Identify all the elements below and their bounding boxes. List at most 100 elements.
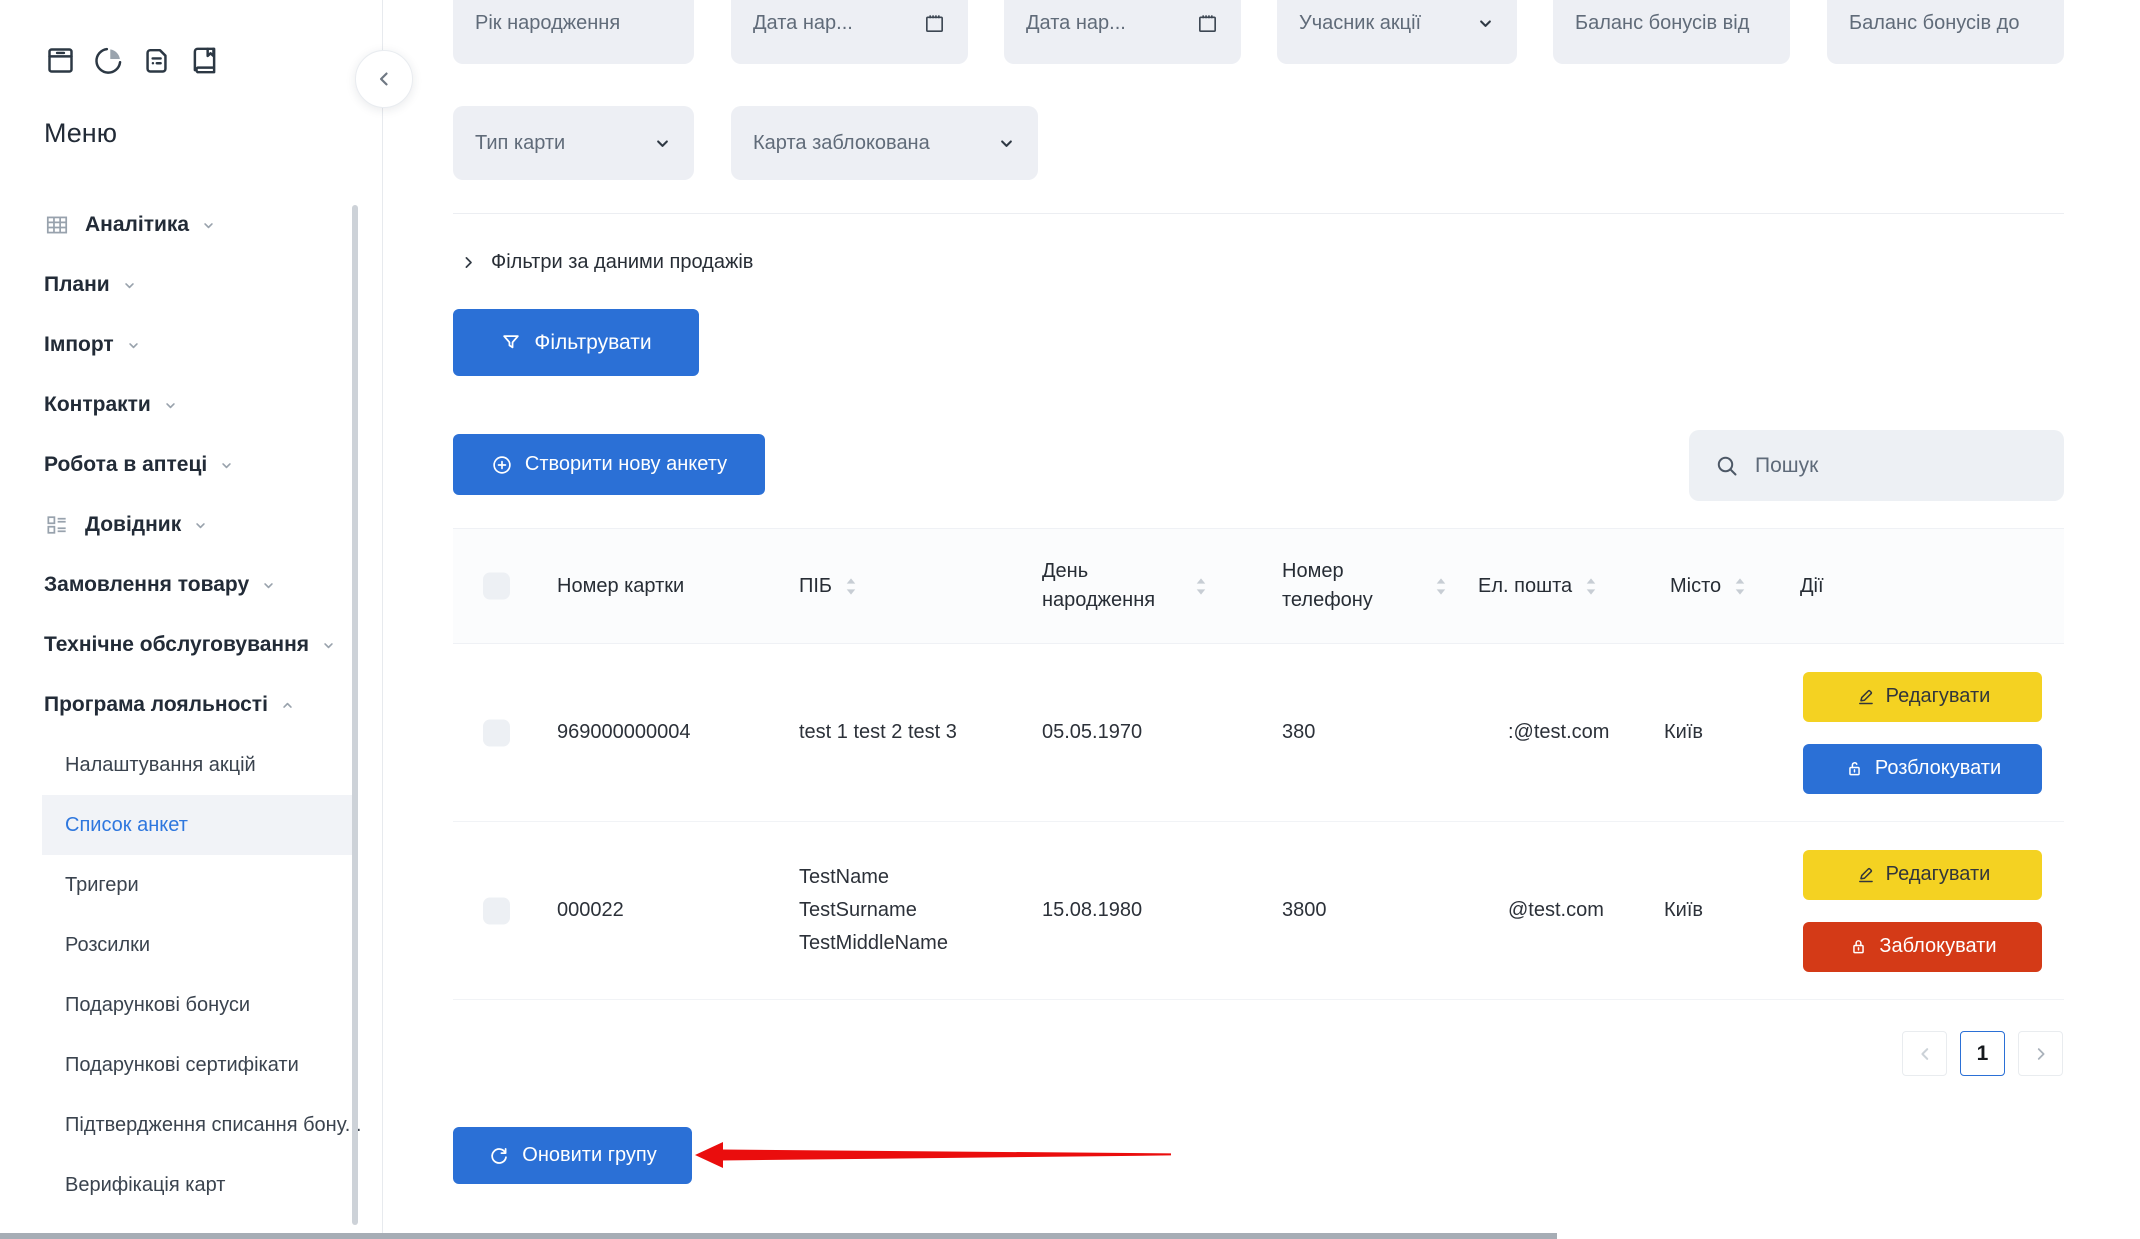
sidebar-item-label: Подарункові бонуси	[65, 994, 250, 1017]
edit-icon	[1855, 864, 1876, 885]
filter-label: Баланс бонусів від	[1575, 12, 1749, 35]
sidebar-item-card-verification[interactable]: Верифікація карт	[0, 1155, 356, 1215]
sidebar-item-pharmacy-work[interactable]: Робота в аптеці	[0, 435, 356, 495]
chevron-right-icon	[2032, 1045, 2050, 1063]
column-header: Номер картки	[557, 529, 684, 643]
annotation-arrow-icon	[693, 1137, 1173, 1173]
sidebar-item-label: Плани	[44, 273, 110, 297]
sort-icon[interactable]	[1434, 577, 1448, 596]
sidebar-item-triggers[interactable]: Тригери	[0, 855, 356, 915]
sidebar-collapse-button[interactable]	[355, 50, 413, 108]
sidebar-item-analytics[interactable]: Аналітика	[0, 195, 356, 255]
sidebar-item-label: Підтвердження списання бону...	[65, 1114, 361, 1137]
sort-icon[interactable]	[844, 577, 858, 596]
app: Меню АналітикаПланиІмпортКонтрактиРобота…	[0, 0, 2140, 1239]
lock-open-icon	[1844, 758, 1865, 779]
sidebar-item-gift-certificates[interactable]: Подарункові сертифікати	[0, 1035, 356, 1095]
sidebar-item-mailings[interactable]: Розсилки	[0, 915, 356, 975]
sidebar-item-questionnaire-list[interactable]: Список анкет	[42, 795, 356, 855]
chevron-down-icon	[997, 134, 1016, 153]
column-header-label: Ел. пошта	[1478, 572, 1572, 601]
questionnaire-table: Номер картки ПІБ День народження Номер теле…	[453, 528, 2064, 1000]
block-button[interactable]: Заблокувати	[1803, 922, 2042, 972]
cell-full-name: TestNameTestSurnameTestMiddleName	[799, 822, 948, 999]
action-button-label: Редагувати	[1886, 863, 1991, 886]
sort-icon[interactable]	[1584, 577, 1598, 596]
filter-birth-date-from[interactable]: Дата нар...	[731, 0, 968, 64]
sidebar-item-label: Технічне обслуговування	[44, 633, 309, 657]
column-header-label: Місто	[1670, 572, 1721, 601]
row-checkbox[interactable]	[483, 719, 510, 746]
cell-birth-date: 15.08.1980	[1042, 822, 1142, 999]
filter-button[interactable]: Фільтрувати	[453, 309, 699, 376]
main-content: Фільтри за даними продажів Фільтрувати С…	[383, 0, 2140, 1239]
filter-label: Дата нар...	[1026, 12, 1126, 35]
cell-city-value: Київ	[1664, 716, 1703, 749]
sidebar-item-promo-settings[interactable]: Налаштування акцій	[0, 735, 356, 795]
sidebar-nav: Аналітика Плани ІмпортКонтрактиРобота в ап…	[0, 0, 383, 1239]
sort-icon[interactable]	[1194, 577, 1208, 596]
full-name-line: TestName	[799, 861, 889, 894]
filter-promo-participant[interactable]: Учасник акції	[1277, 0, 1517, 64]
column-header-label: ПІБ	[799, 572, 832, 601]
row-actions: Редагувати Розблокувати	[1803, 644, 2042, 821]
cell-birth-date-value: 15.08.1980	[1042, 894, 1142, 927]
funnel-icon	[500, 332, 522, 354]
edit-button[interactable]: Редагувати	[1803, 850, 2042, 900]
filter-card-blocked[interactable]: Карта заблокована	[731, 106, 1038, 180]
filter-bonus-balance-to[interactable]: Баланс бонусів до	[1827, 0, 2064, 64]
column-header: Місто	[1670, 529, 1747, 643]
sidebar-item-label: Аналітика	[85, 213, 189, 237]
sidebar-item-goods-order[interactable]: Замовлення товару	[0, 555, 356, 615]
pagination-current-label: 1	[1977, 1042, 1989, 1066]
cell-card-number-value: 969000000004	[557, 716, 690, 749]
horizontal-scrollbar[interactable]	[0, 1233, 1557, 1239]
sidebar-item-import[interactable]: Імпорт	[0, 315, 356, 375]
grid-icon	[44, 212, 70, 238]
edit-button[interactable]: Редагувати	[1803, 672, 2042, 722]
search-placeholder: Пошук	[1755, 454, 1818, 478]
sort-icon[interactable]	[1733, 577, 1747, 596]
pagination-prev-button[interactable]	[1902, 1031, 1947, 1076]
full-name-line: TestMiddleName	[799, 927, 948, 960]
filter-label: Баланс бонусів до	[1849, 12, 2019, 35]
action-button-label: Заблокувати	[1879, 935, 1996, 958]
full-name-line: TestSurname	[799, 894, 917, 927]
sidebar-item-label: Подарункові сертифікати	[65, 1054, 299, 1077]
filter-bonus-balance-from[interactable]: Баланс бонусів від	[1553, 0, 1790, 64]
column-header-label: Номер телефону	[1282, 557, 1422, 615]
create-questionnaire-button[interactable]: Створити нову анкету	[453, 434, 765, 495]
column-header-label: Номер картки	[557, 572, 684, 601]
search-icon	[1715, 454, 1739, 478]
search-input[interactable]: Пошук	[1689, 430, 2064, 501]
column-header: День народження	[1042, 529, 1208, 643]
sidebar-item-label: Розсилки	[65, 934, 150, 957]
pagination-next-button[interactable]	[2018, 1031, 2063, 1076]
update-group-button[interactable]: Оновити групу	[453, 1127, 692, 1184]
sidebar: Меню АналітикаПланиІмпортКонтрактиРобота…	[0, 0, 383, 1239]
filter-label: Тип карти	[475, 132, 565, 155]
select-all-checkbox[interactable]	[483, 573, 510, 600]
filter-button-label: Фільтрувати	[534, 331, 651, 355]
sidebar-item-contracts[interactable]: Контракти	[0, 375, 356, 435]
filter-label: Рік народження	[475, 12, 620, 35]
pagination-page-1[interactable]: 1	[1960, 1031, 2005, 1076]
filter-label: Дата нар...	[753, 12, 853, 35]
sales-filters-toggle[interactable]: Фільтри за даними продажів	[460, 240, 753, 284]
sidebar-item-directory[interactable]: Довідник	[0, 495, 356, 555]
unblock-button[interactable]: Розблокувати	[1803, 744, 2042, 794]
cell-card-number: 969000000004	[557, 644, 690, 821]
row-checkbox[interactable]	[483, 897, 510, 924]
filter-card-type[interactable]: Тип карти	[453, 106, 694, 180]
cell-phone: 380	[1282, 644, 1315, 821]
sidebar-item-bonus-writeoff-confirm[interactable]: Підтвердження списання бону...	[0, 1095, 356, 1155]
filter-birth-year[interactable]: Рік народження	[453, 0, 694, 64]
sidebar-item-plans[interactable]: Плани	[0, 255, 356, 315]
sidebar-item-maintenance[interactable]: Технічне обслуговування	[0, 615, 356, 675]
cell-card-number-value: 000022	[557, 894, 624, 927]
filter-birth-date-to[interactable]: Дата нар...	[1004, 0, 1241, 64]
sidebar-item-gift-bonuses[interactable]: Подарункові бонуси	[0, 975, 356, 1035]
sidebar-item-loyalty-program[interactable]: Програма лояльності	[0, 675, 356, 735]
action-button-label: Розблокувати	[1875, 757, 2001, 780]
sidebar-scrollbar[interactable]	[352, 205, 358, 1225]
